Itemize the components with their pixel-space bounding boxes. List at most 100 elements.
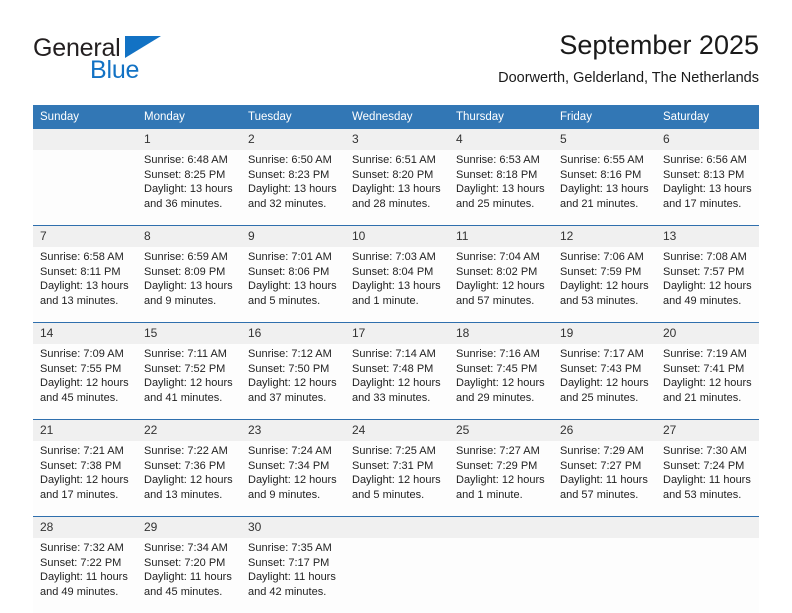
daylight-text-line2: and 21 minutes. — [663, 391, 742, 404]
day-number[interactable]: 23 — [241, 420, 345, 441]
sunset-text: Sunset: 7:52 PM — [144, 362, 226, 375]
sunrise-text: Sunrise: 7:17 AM — [560, 348, 644, 360]
day-cell[interactable]: Sunrise: 7:24 AM Sunset: 7:34 PM Dayligh… — [241, 441, 345, 516]
day-cell[interactable] — [33, 150, 137, 225]
day-number[interactable]: 26 — [553, 420, 656, 441]
day-number[interactable]: 2 — [241, 129, 345, 150]
day-cell[interactable]: Sunrise: 7:21 AM Sunset: 7:38 PM Dayligh… — [33, 441, 137, 516]
day-cell[interactable]: Sunrise: 6:53 AM Sunset: 8:18 PM Dayligh… — [449, 150, 553, 225]
daylight-text-line2: and 42 minutes. — [248, 585, 327, 598]
day-number[interactable] — [449, 517, 553, 538]
day-cell[interactable]: Sunrise: 7:19 AM Sunset: 7:41 PM Dayligh… — [656, 344, 759, 419]
sunset-text: Sunset: 7:34 PM — [248, 459, 330, 472]
day-number[interactable]: 11 — [449, 226, 553, 247]
daylight-text-line2: and 49 minutes. — [663, 294, 742, 307]
sunrise-text: Sunrise: 6:51 AM — [352, 154, 436, 166]
sunrise-text: Sunrise: 6:59 AM — [144, 251, 228, 263]
day-cell[interactable]: Sunrise: 6:55 AM Sunset: 8:16 PM Dayligh… — [553, 150, 656, 225]
day-number[interactable]: 6 — [656, 129, 759, 150]
sunset-text: Sunset: 7:50 PM — [248, 362, 330, 375]
day-cell[interactable] — [345, 538, 449, 613]
day-cell[interactable]: Sunrise: 7:32 AM Sunset: 7:22 PM Dayligh… — [33, 538, 137, 613]
sunset-text: Sunset: 7:55 PM — [40, 362, 122, 375]
day-cell[interactable] — [553, 538, 656, 613]
sunrise-text: Sunrise: 7:24 AM — [248, 445, 332, 457]
day-cell[interactable] — [449, 538, 553, 613]
day-cell[interactable]: Sunrise: 7:06 AM Sunset: 7:59 PM Dayligh… — [553, 247, 656, 322]
sunset-text: Sunset: 8:13 PM — [663, 168, 745, 181]
sunrise-text: Sunrise: 7:34 AM — [144, 542, 228, 554]
day-number[interactable]: 24 — [345, 420, 449, 441]
day-number[interactable]: 9 — [241, 226, 345, 247]
day-number[interactable]: 1 — [137, 129, 241, 150]
day-number[interactable]: 30 — [241, 517, 345, 538]
day-number[interactable]: 12 — [553, 226, 656, 247]
day-number[interactable]: 10 — [345, 226, 449, 247]
daylight-text-line2: and 17 minutes. — [40, 488, 119, 501]
day-cell[interactable]: Sunrise: 7:34 AM Sunset: 7:20 PM Dayligh… — [137, 538, 241, 613]
day-cell[interactable]: Sunrise: 7:01 AM Sunset: 8:06 PM Dayligh… — [241, 247, 345, 322]
day-number[interactable]: 29 — [137, 517, 241, 538]
day-number[interactable] — [656, 517, 759, 538]
day-number[interactable]: 13 — [656, 226, 759, 247]
page-header: General Blue September 2025 Doorwerth, G… — [33, 28, 759, 98]
sunset-text: Sunset: 8:25 PM — [144, 168, 226, 181]
day-cell[interactable]: Sunrise: 6:50 AM Sunset: 8:23 PM Dayligh… — [241, 150, 345, 225]
sunrise-text: Sunrise: 6:50 AM — [248, 154, 332, 166]
day-number[interactable]: 25 — [449, 420, 553, 441]
day-number[interactable]: 8 — [137, 226, 241, 247]
day-number[interactable]: 19 — [553, 323, 656, 344]
day-number[interactable] — [345, 517, 449, 538]
day-number[interactable]: 7 — [33, 226, 137, 247]
day-cell[interactable]: Sunrise: 6:58 AM Sunset: 8:11 PM Dayligh… — [33, 247, 137, 322]
day-cell[interactable]: Sunrise: 7:14 AM Sunset: 7:48 PM Dayligh… — [345, 344, 449, 419]
daylight-text-line1: Daylight: 12 hours — [248, 474, 337, 486]
day-cell[interactable]: Sunrise: 7:27 AM Sunset: 7:29 PM Dayligh… — [449, 441, 553, 516]
day-cell[interactable]: Sunrise: 7:35 AM Sunset: 7:17 PM Dayligh… — [241, 538, 345, 613]
day-cell[interactable]: Sunrise: 7:30 AM Sunset: 7:24 PM Dayligh… — [656, 441, 759, 516]
daylight-text-line2: and 29 minutes. — [456, 391, 535, 404]
daylight-text-line1: Daylight: 12 hours — [248, 377, 337, 389]
day-number[interactable]: 21 — [33, 420, 137, 441]
general-blue-logo: General Blue — [33, 34, 233, 92]
sunset-text: Sunset: 7:29 PM — [456, 459, 538, 472]
day-cell[interactable]: Sunrise: 7:11 AM Sunset: 7:52 PM Dayligh… — [137, 344, 241, 419]
day-number[interactable]: 17 — [345, 323, 449, 344]
day-cell[interactable]: Sunrise: 7:16 AM Sunset: 7:45 PM Dayligh… — [449, 344, 553, 419]
day-number[interactable]: 3 — [345, 129, 449, 150]
daylight-text-line2: and 57 minutes. — [456, 294, 535, 307]
day-number[interactable]: 4 — [449, 129, 553, 150]
day-cell[interactable]: Sunrise: 7:29 AM Sunset: 7:27 PM Dayligh… — [553, 441, 656, 516]
day-cell[interactable]: Sunrise: 7:04 AM Sunset: 8:02 PM Dayligh… — [449, 247, 553, 322]
day-number[interactable]: 5 — [553, 129, 656, 150]
day-number[interactable]: 15 — [137, 323, 241, 344]
day-cell[interactable]: Sunrise: 7:12 AM Sunset: 7:50 PM Dayligh… — [241, 344, 345, 419]
day-number[interactable] — [33, 129, 137, 150]
day-number[interactable]: 28 — [33, 517, 137, 538]
day-cell[interactable]: Sunrise: 7:25 AM Sunset: 7:31 PM Dayligh… — [345, 441, 449, 516]
sunrise-text: Sunrise: 6:56 AM — [663, 154, 747, 166]
day-number[interactable]: 16 — [241, 323, 345, 344]
day-cell[interactable] — [656, 538, 759, 613]
daylight-text-line1: Daylight: 13 hours — [352, 183, 441, 195]
day-number[interactable]: 18 — [449, 323, 553, 344]
day-info-row: Sunrise: 7:32 AM Sunset: 7:22 PM Dayligh… — [33, 538, 759, 613]
day-number[interactable]: 20 — [656, 323, 759, 344]
day-cell[interactable]: Sunrise: 7:09 AM Sunset: 7:55 PM Dayligh… — [33, 344, 137, 419]
page-title: September 2025 — [559, 30, 759, 60]
daylight-text-line2: and 33 minutes. — [352, 391, 431, 404]
day-number[interactable]: 22 — [137, 420, 241, 441]
day-number[interactable]: 14 — [33, 323, 137, 344]
day-number[interactable] — [553, 517, 656, 538]
day-cell[interactable]: Sunrise: 7:22 AM Sunset: 7:36 PM Dayligh… — [137, 441, 241, 516]
day-number[interactable]: 27 — [656, 420, 759, 441]
day-cell[interactable]: Sunrise: 7:08 AM Sunset: 7:57 PM Dayligh… — [656, 247, 759, 322]
calendar-page: General Blue September 2025 Doorwerth, G… — [0, 0, 792, 613]
day-cell[interactable]: Sunrise: 6:56 AM Sunset: 8:13 PM Dayligh… — [656, 150, 759, 225]
page-subtitle: Doorwerth, Gelderland, The Netherlands — [498, 70, 759, 86]
day-cell[interactable]: Sunrise: 7:03 AM Sunset: 8:04 PM Dayligh… — [345, 247, 449, 322]
day-cell[interactable]: Sunrise: 6:59 AM Sunset: 8:09 PM Dayligh… — [137, 247, 241, 322]
day-cell[interactable]: Sunrise: 6:51 AM Sunset: 8:20 PM Dayligh… — [345, 150, 449, 225]
day-cell[interactable]: Sunrise: 7:17 AM Sunset: 7:43 PM Dayligh… — [553, 344, 656, 419]
day-cell[interactable]: Sunrise: 6:48 AM Sunset: 8:25 PM Dayligh… — [137, 150, 241, 225]
